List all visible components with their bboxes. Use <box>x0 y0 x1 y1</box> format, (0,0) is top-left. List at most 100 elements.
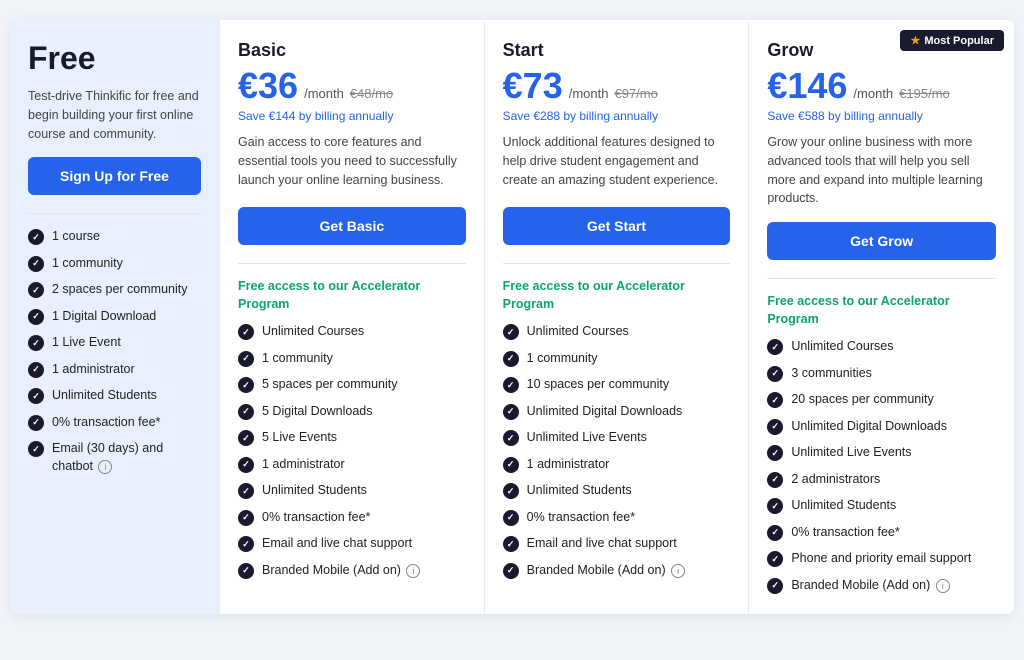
check-icon <box>767 366 783 382</box>
check-icon <box>503 536 519 552</box>
grow-price-original: €195/mo <box>899 86 950 101</box>
check-icon <box>767 578 783 594</box>
start-feature-list: Unlimited Courses 1 community 10 spaces … <box>503 323 731 579</box>
free-cta-button[interactable]: Sign Up for Free <box>28 157 201 195</box>
check-icon <box>28 309 44 325</box>
check-icon <box>767 525 783 541</box>
list-item: Unlimited Live Events <box>767 444 996 462</box>
check-icon <box>28 388 44 404</box>
list-item: Unlimited Digital Downloads <box>767 418 996 436</box>
basic-price-save: Save €144 by billing annually <box>238 109 466 123</box>
list-item: 1 Digital Download <box>28 308 201 326</box>
list-item: Unlimited Students <box>238 482 466 500</box>
check-icon <box>503 404 519 420</box>
list-item: Unlimited Students <box>767 497 996 515</box>
check-icon <box>238 536 254 552</box>
check-icon <box>503 324 519 340</box>
check-icon <box>28 441 44 457</box>
check-icon <box>767 472 783 488</box>
list-item: Unlimited Students <box>28 387 201 405</box>
grow-price-save: Save €588 by billing annually <box>767 109 996 123</box>
check-icon <box>767 339 783 355</box>
check-icon <box>238 324 254 340</box>
list-item: 1 community <box>238 350 466 368</box>
star-icon: ★ <box>910 34 920 47</box>
basic-price-original: €48/mo <box>350 86 393 101</box>
most-popular-badge: ★ Most Popular <box>900 30 1004 51</box>
check-icon <box>767 498 783 514</box>
list-item: Branded Mobile (Add on) i <box>503 562 731 580</box>
check-icon <box>238 457 254 473</box>
grow-cta-button[interactable]: Get Grow <box>767 222 996 260</box>
free-divider <box>28 213 201 214</box>
check-icon <box>767 392 783 408</box>
check-icon <box>28 415 44 431</box>
list-item: 0% transaction fee* <box>503 509 731 527</box>
list-item: 1 administrator <box>503 456 731 474</box>
list-item: 10 spaces per community <box>503 376 731 394</box>
free-plan-description: Test-drive Thinkific for free and begin … <box>28 87 201 143</box>
check-icon <box>28 229 44 245</box>
info-icon[interactable]: i <box>671 564 685 578</box>
list-item: Email (30 days) and chatbot i <box>28 440 201 475</box>
info-icon[interactable]: i <box>936 579 950 593</box>
check-icon <box>503 483 519 499</box>
check-icon <box>503 430 519 446</box>
check-icon <box>767 551 783 567</box>
list-item: Unlimited Live Events <box>503 429 731 447</box>
list-item: 1 Live Event <box>28 334 201 352</box>
list-item: Email and live chat support <box>238 535 466 553</box>
grow-price-row: €146 /month €195/mo <box>767 65 996 107</box>
list-item: Email and live chat support <box>503 535 731 553</box>
grow-price-main: €146 <box>767 65 847 107</box>
grow-accelerator: Free access to our Accelerator Program <box>767 293 996 328</box>
pricing-grid: Free Test-drive Thinkific for free and b… <box>10 20 1014 614</box>
start-plan-description: Unlock additional features designed to h… <box>503 133 731 193</box>
check-icon <box>238 377 254 393</box>
basic-cta-button[interactable]: Get Basic <box>238 207 466 245</box>
list-item: 5 Digital Downloads <box>238 403 466 421</box>
list-item: Unlimited Courses <box>238 323 466 341</box>
start-cta-button[interactable]: Get Start <box>503 207 731 245</box>
check-icon <box>503 563 519 579</box>
basic-accelerator: Free access to our Accelerator Program <box>238 278 466 313</box>
list-item: 1 community <box>28 255 201 273</box>
start-price-period: /month <box>569 86 609 101</box>
list-item: 0% transaction fee* <box>767 524 996 542</box>
list-item: Branded Mobile (Add on) i <box>238 562 466 580</box>
list-item: 1 community <box>503 350 731 368</box>
check-icon <box>767 419 783 435</box>
check-icon <box>238 483 254 499</box>
basic-divider <box>238 263 466 264</box>
grow-plan-column: ★ Most Popular Grow €146 /month €195/mo … <box>749 20 1014 614</box>
basic-plan-name: Basic <box>238 40 466 61</box>
check-icon <box>238 510 254 526</box>
start-price-row: €73 /month €97/mo <box>503 65 731 107</box>
start-price-main: €73 <box>503 65 563 107</box>
free-plan-name: Free <box>28 40 201 77</box>
check-icon <box>238 430 254 446</box>
list-item: 1 administrator <box>28 361 201 379</box>
start-price-original: €97/mo <box>614 86 657 101</box>
check-icon <box>28 335 44 351</box>
list-item: 1 administrator <box>238 456 466 474</box>
start-plan-column: Start €73 /month €97/mo Save €288 by bil… <box>485 20 750 614</box>
basic-price-main: €36 <box>238 65 298 107</box>
check-icon <box>238 563 254 579</box>
check-icon <box>503 510 519 526</box>
list-item: 1 course <box>28 228 201 246</box>
check-icon <box>503 457 519 473</box>
info-icon[interactable]: i <box>98 460 112 474</box>
grow-divider <box>767 278 996 279</box>
list-item: Unlimited Courses <box>503 323 731 341</box>
check-icon <box>28 362 44 378</box>
info-icon[interactable]: i <box>406 564 420 578</box>
list-item: 5 spaces per community <box>238 376 466 394</box>
start-accelerator: Free access to our Accelerator Program <box>503 278 731 313</box>
list-item: 2 spaces per community <box>28 281 201 299</box>
list-item: 2 administrators <box>767 471 996 489</box>
check-icon <box>503 351 519 367</box>
check-icon <box>28 282 44 298</box>
grow-feature-list: Unlimited Courses 3 communities 20 space… <box>767 338 996 594</box>
check-icon <box>238 404 254 420</box>
